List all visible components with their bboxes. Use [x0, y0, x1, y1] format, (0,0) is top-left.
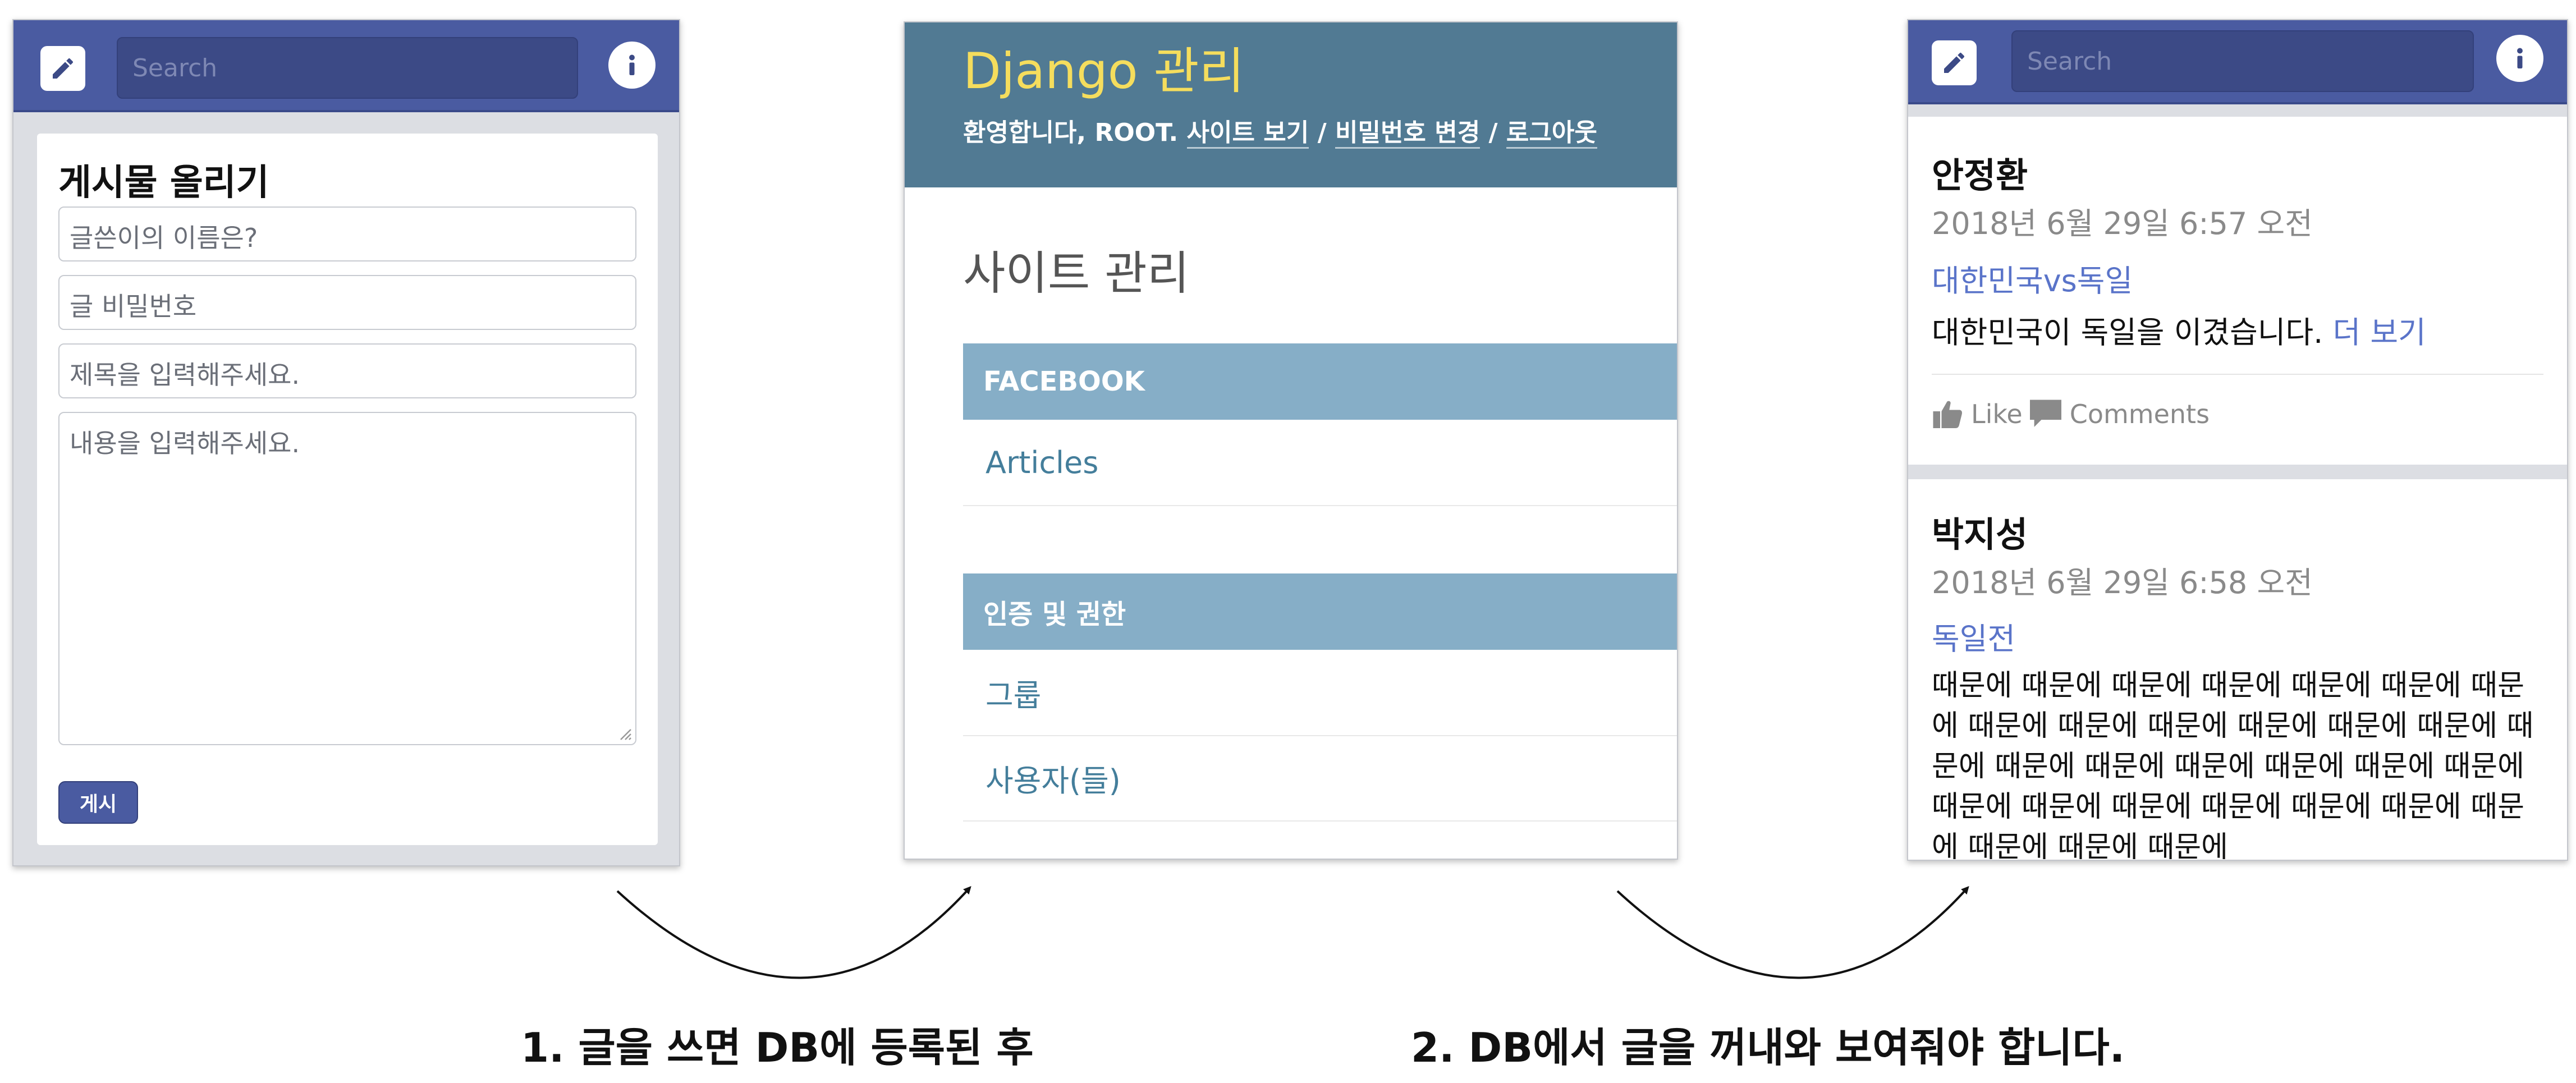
arrow-db-to-feed: [1616, 886, 1969, 979]
flow-arrows: [616, 886, 1969, 979]
caption-step-2: 2. DB에서 글을 꺼내와 보여줘야 합니다.: [1411, 1024, 2125, 1071]
caption-step-1: 1. 글을 쓰면 DB에 등록된 후: [521, 1024, 1034, 1071]
arrow-form-to-db: [616, 886, 971, 979]
